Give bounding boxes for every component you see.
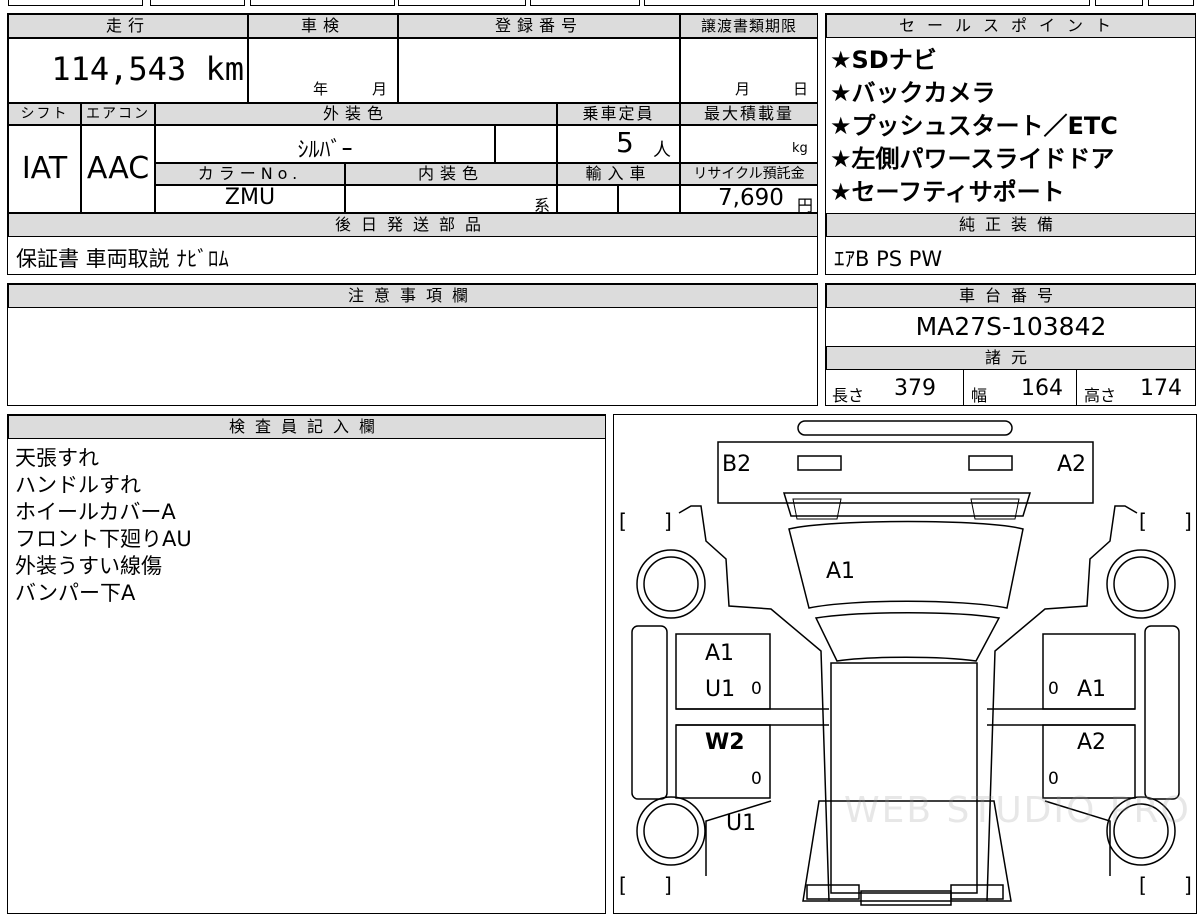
max-load-header: 最大積載量 — [680, 103, 818, 125]
damage-code-rear-right: A2 — [1057, 452, 1087, 477]
shift-value: IAT — [21, 151, 68, 186]
bracket-open: [ — [1139, 873, 1147, 897]
inspector-note: ホイールカバーA — [15, 500, 176, 524]
bracket-close: ] — [1184, 509, 1192, 533]
sales-points-header: セールスポイント — [826, 14, 1196, 38]
damage-code-right-rear-door: A2 — [1077, 730, 1107, 755]
bracket-close: ] — [664, 509, 672, 533]
length-label: 長さ — [832, 386, 865, 405]
bracket-open: [ — [1139, 509, 1147, 533]
zero-mark: 0 — [1048, 679, 1059, 699]
zero-mark: 0 — [751, 679, 762, 699]
deadline-month-label: 月 — [735, 80, 751, 98]
inspector-panel: 検査員記入欄 天張すれ ハンドルすれ ホイールカバーA フロント下廻りAU 外装… — [7, 414, 606, 914]
recycle-header: リサイクル預託金 — [680, 163, 818, 185]
transfer-deadline-header: 譲渡書類期限 — [680, 14, 818, 38]
damage-code-left-rear-door: W2 — [705, 730, 745, 755]
mileage-header: 走行 — [8, 14, 248, 38]
damage-code-right-front-door: A1 — [1077, 677, 1107, 702]
sales-point-item: ★プッシュスタート／ETC — [830, 112, 1118, 140]
import-header: 輸入車 — [557, 163, 680, 185]
capacity-header: 乗車定員 — [557, 103, 680, 125]
chassis-value: MA27S-103842 — [915, 312, 1107, 341]
later-parts-value: 保証書 車両取説 ﾅﾋﾞﾛﾑ — [16, 247, 229, 271]
inspector-note: バンパー下A — [15, 581, 136, 605]
inspector-header: 検査員記入欄 — [8, 415, 606, 439]
vehicle-info-table: 走行 車検 登録番号 譲渡書類期限 114,543 km 年 月 月 日 シフト… — [7, 13, 818, 275]
sales-point-item: ★セーフティサポート — [830, 178, 1065, 206]
height-label: 高さ — [1084, 386, 1117, 405]
damage-code-left-front-door: A1 — [705, 641, 735, 666]
genuine-equipment-value: ｴｱB PS PW — [834, 247, 943, 271]
damage-code-glass: A1 — [826, 559, 856, 584]
shift-header: シフト — [8, 103, 81, 125]
caution-panel: 注意事項欄 — [7, 283, 818, 406]
sales-point-item: ★左側パワースライドドア — [830, 145, 1115, 173]
capacity-value: 5 — [616, 126, 634, 159]
capacity-unit: 人 — [653, 140, 671, 161]
inspector-note: 外装うすい線傷 — [15, 554, 162, 578]
inspection-month-label: 月 — [372, 80, 388, 98]
mileage-value: 114,543 km — [51, 50, 244, 88]
inspector-note: 天張すれ — [15, 446, 99, 470]
recycle-value: 7,690 — [718, 185, 784, 211]
later-parts-header: 後日発送部品 — [8, 213, 818, 237]
load-unit: kg — [792, 141, 808, 156]
height-value: 174 — [1140, 376, 1182, 401]
inspector-note: フロント下廻りAU — [15, 527, 192, 551]
width-label: 幅 — [971, 386, 988, 405]
top-strip — [0, 0, 1200, 7]
chassis-header: 車台番号 — [826, 284, 1196, 308]
aircon-header: エアコン — [81, 103, 155, 125]
car-diagram — [631, 420, 1180, 906]
color-no-header: カラーNo. — [155, 163, 345, 185]
damage-code-left-front-door-2: U1 — [705, 677, 736, 702]
sales-point-item: ★バックカメラ — [830, 79, 996, 107]
zero-mark: 0 — [1048, 769, 1059, 789]
damage-map-panel: [ ] [ ] [ ] [ ] B2 A2 A1 A1 U1 0 W2 0 U1… — [613, 414, 1197, 914]
bracket-close: ] — [664, 873, 672, 897]
zero-mark: 0 — [751, 769, 762, 789]
inspector-note: ハンドルすれ — [15, 473, 141, 497]
dimensions-header: 諸元 — [826, 346, 1196, 370]
inspection-header: 車検 — [248, 14, 398, 38]
chassis-panel: 車台番号 MA27S-103842 諸元 長さ 379 幅 164 高さ 174 — [825, 283, 1196, 406]
inspection-year-label: 年 — [313, 80, 329, 98]
interior-color-header: 内装色 — [345, 163, 557, 185]
bracket-open: [ — [619, 873, 627, 897]
bracket-open: [ — [619, 509, 627, 533]
watermark: WEB STUDIO PRO — [844, 790, 1191, 831]
sales-point-item: ★SDナビ — [830, 46, 937, 74]
exterior-color-header: 外装色 — [155, 103, 557, 125]
aircon-value: AAC — [86, 151, 150, 186]
genuine-equipment-header: 純正装備 — [826, 213, 1196, 237]
registration-header: 登録番号 — [398, 14, 680, 38]
width-value: 164 — [1021, 376, 1063, 401]
bracket-close: ] — [1184, 873, 1192, 897]
sales-points-panel: セールスポイント ★SDナビ ★バックカメラ ★プッシュスタート／ETC ★左側… — [825, 13, 1196, 275]
deadline-day-label: 日 — [793, 80, 809, 98]
caution-header: 注意事項欄 — [8, 284, 818, 308]
exterior-color-value: ｼﾙﾊﾞｰ — [297, 138, 353, 163]
damage-code-left-rear-fender: U1 — [726, 811, 757, 836]
color-no-value: ZMU — [224, 185, 276, 210]
length-value: 379 — [894, 376, 936, 401]
damage-code-rear-left: B2 — [722, 452, 752, 477]
